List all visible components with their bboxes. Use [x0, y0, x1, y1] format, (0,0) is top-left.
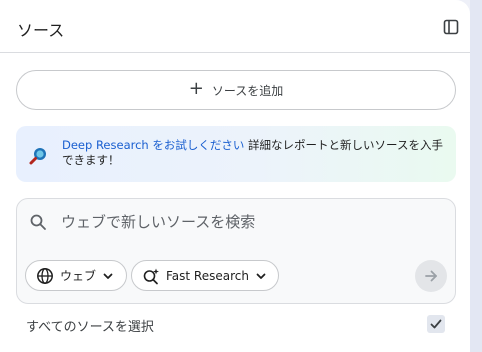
select-all-checkbox[interactable] — [427, 315, 445, 333]
checkmark-icon — [430, 319, 442, 329]
magnifier-sparkle-icon — [29, 148, 46, 165]
sparkle-search-icon — [143, 268, 159, 284]
add-source-button[interactable]: + ソースを追加 — [16, 70, 456, 110]
plus-icon: + — [188, 78, 204, 99]
chevron-down-icon — [103, 273, 113, 279]
search-icon — [30, 214, 46, 230]
source-search-input[interactable] — [61, 209, 441, 235]
panel-header: ソース — [0, 0, 470, 53]
sources-panel: ソース + ソースを追加 Deep Research をお試しください 詳細なレ… — [0, 0, 470, 352]
panel-title: ソース — [17, 21, 65, 40]
arrow-right-icon — [425, 270, 437, 282]
chevron-down-icon — [256, 273, 266, 279]
source-type-label: ウェブ — [60, 269, 97, 283]
deep-research-link[interactable]: Deep Research をお試しください — [62, 138, 244, 152]
collapse-panel-button[interactable] — [440, 16, 462, 38]
deep-research-promo: Deep Research をお試しください 詳細なレポートと新しいソースを入手… — [16, 126, 456, 182]
research-mode-dropdown[interactable]: Fast Research — [131, 260, 279, 291]
adjacent-panel-edge — [470, 0, 482, 352]
add-source-label: ソースを追加 — [211, 83, 284, 98]
research-mode-label: Fast Research — [166, 268, 249, 283]
panel-toggle-icon — [443, 19, 459, 35]
globe-icon — [37, 267, 53, 284]
source-type-dropdown[interactable]: ウェブ — [25, 260, 127, 291]
submit-search-button[interactable] — [415, 260, 447, 292]
select-all-label: すべてのソースを選択 — [26, 320, 154, 335]
source-search-box: ウェブ Fast Research — [16, 198, 456, 304]
promo-text: Deep Research をお試しください 詳細なレポートと新しいソースを入手… — [62, 138, 446, 168]
